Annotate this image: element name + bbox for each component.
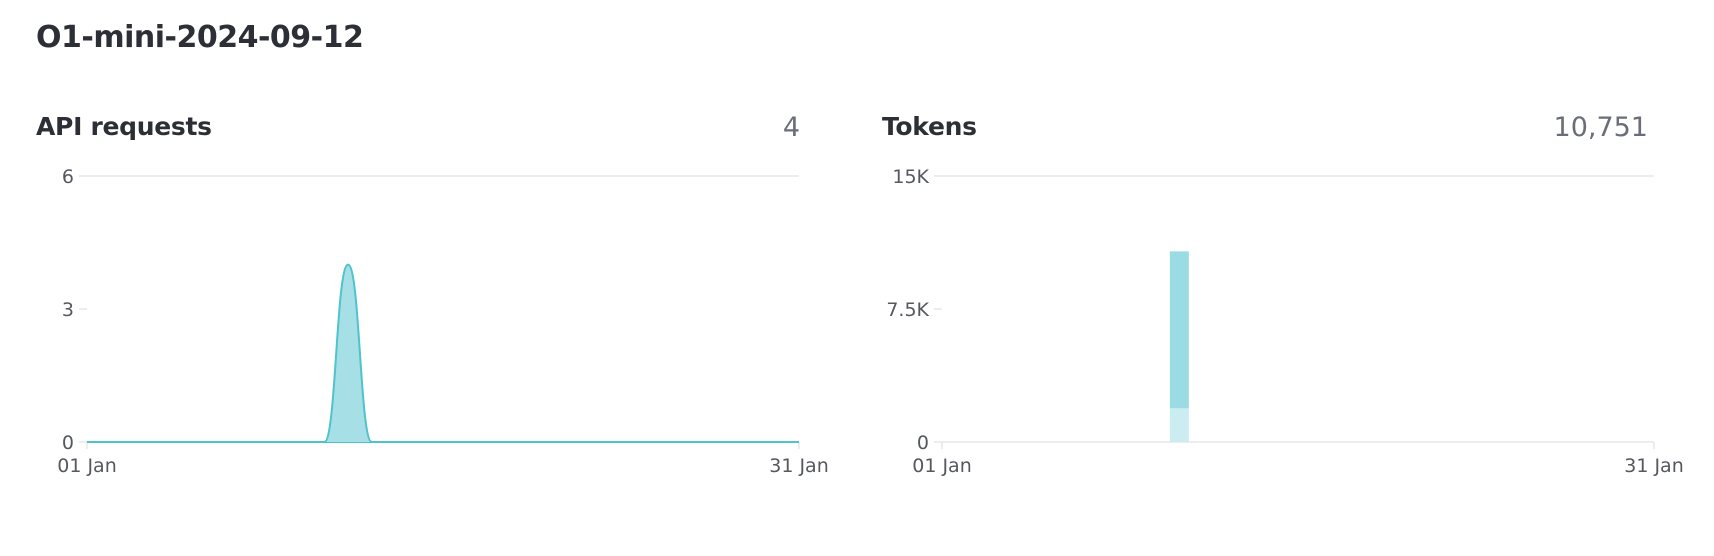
tokens-x-tick-label: 01 Jan — [912, 455, 972, 477]
tokens-chart: 15K 7.5K 001 Jan 31 Jan — [886, 166, 1684, 477]
tokens-y-tick-label: 15K — [892, 166, 929, 188]
tokens-y-tick-label: 0 — [917, 432, 929, 454]
tokens-bar-segment — [1169, 408, 1189, 442]
tokens-bar-segment — [1169, 251, 1189, 409]
tokens-x-tick-label: 31 Jan — [1624, 455, 1684, 477]
tokens-y-tick-label: 7.5K — [886, 299, 929, 321]
